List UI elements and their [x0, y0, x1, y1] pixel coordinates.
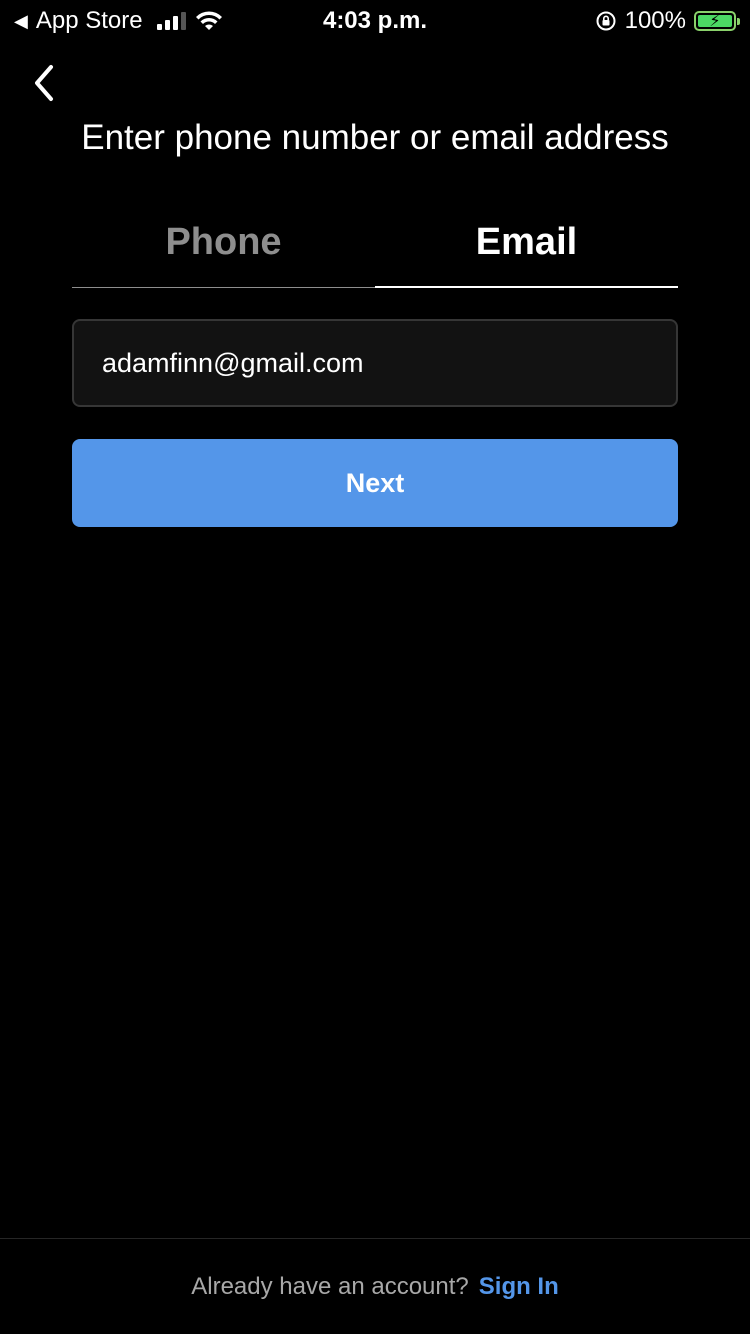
back-button[interactable]	[22, 58, 66, 108]
sign-in-link[interactable]: Sign In	[479, 1273, 559, 1301]
footer-prompt: Already have an account?	[191, 1272, 469, 1300]
tab-email[interactable]: Email	[375, 210, 678, 288]
wifi-icon	[195, 11, 222, 30]
orientation-lock-icon	[596, 11, 616, 31]
email-input[interactable]	[72, 319, 678, 407]
status-left: ◀ App Store	[14, 7, 224, 35]
chevron-left-icon	[35, 65, 53, 101]
battery-charging-icon: ⚡	[694, 11, 740, 31]
back-to-app-icon[interactable]: ◀	[14, 12, 28, 30]
signup-screen: ◀ App Store 4:03 p.m. 100% ⚡ Enter phone…	[0, 0, 750, 1334]
tab-bar: Phone Email	[72, 210, 678, 288]
cellular-signal-icon	[156, 12, 186, 30]
status-bar: ◀ App Store 4:03 p.m. 100% ⚡	[0, 0, 750, 42]
status-right: 100% ⚡	[595, 7, 740, 35]
back-to-app-label[interactable]: App Store	[36, 7, 143, 35]
footer: Already have an account? Sign In	[0, 1239, 750, 1334]
battery-percent: 100%	[624, 7, 686, 34]
page-title: Enter phone number or email address	[81, 118, 669, 157]
next-button[interactable]: Next	[72, 439, 678, 527]
tab-phone[interactable]: Phone	[72, 210, 375, 288]
